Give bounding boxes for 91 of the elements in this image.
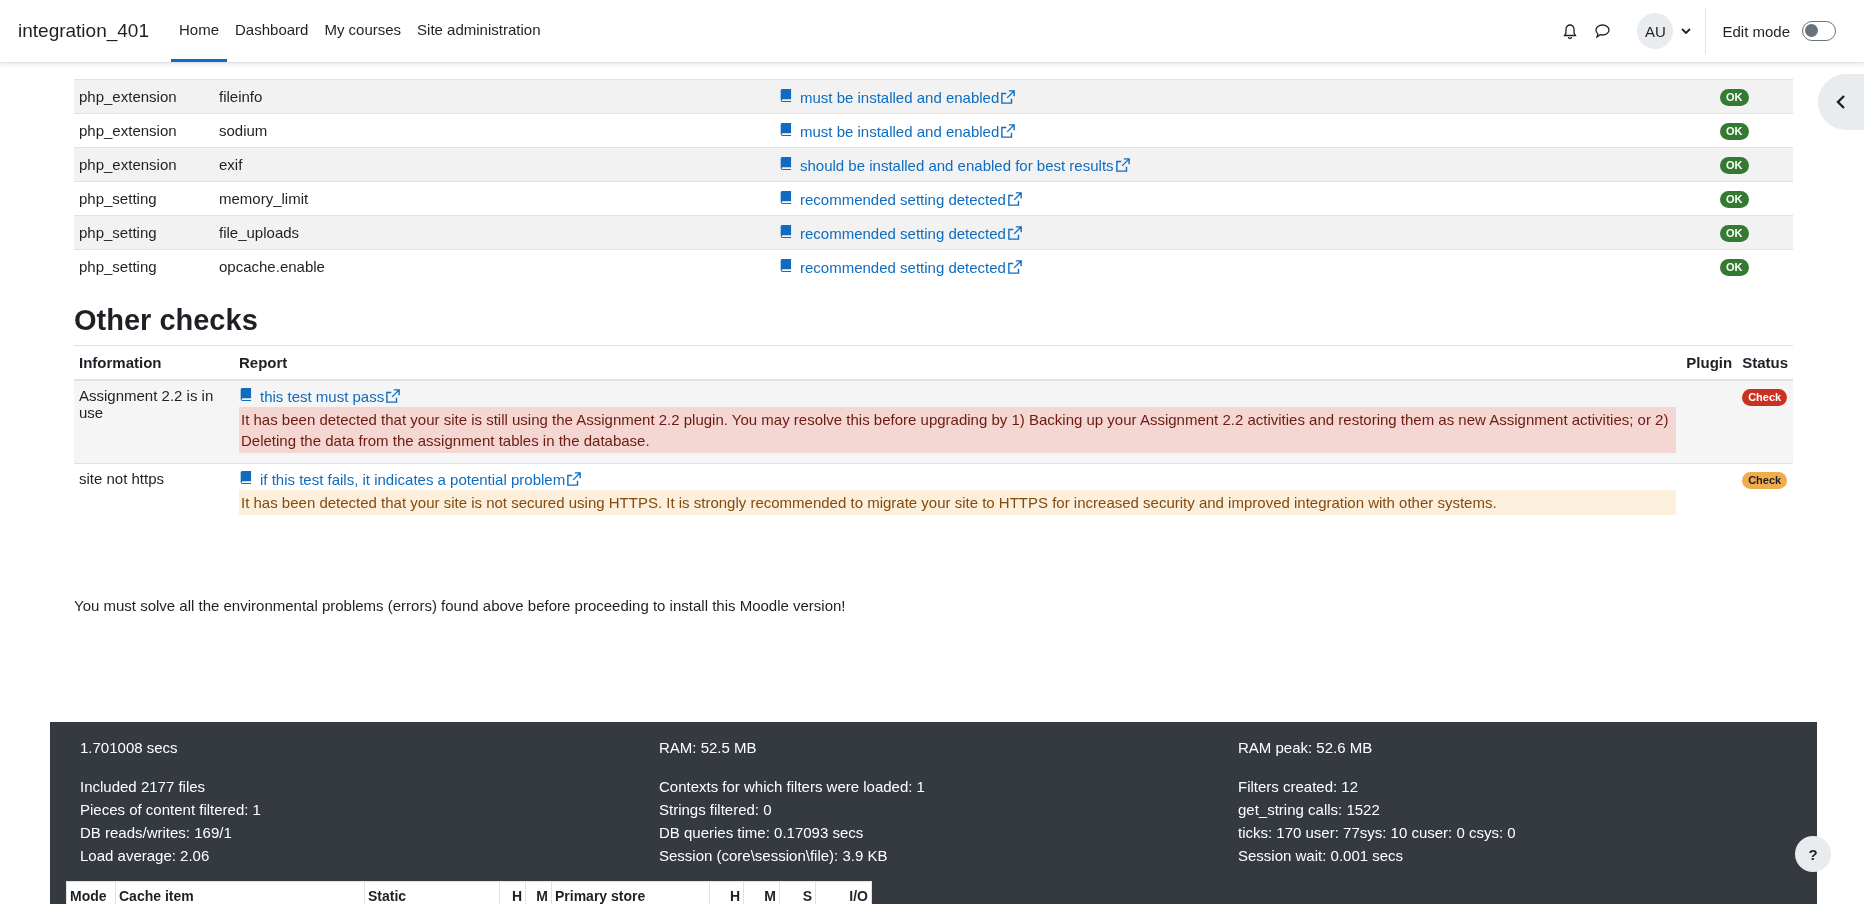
- external-link-icon: [1115, 158, 1130, 172]
- status-badge: Check: [1742, 388, 1788, 406]
- external-link-icon: [1007, 192, 1022, 206]
- external-link-icon: [1007, 226, 1022, 240]
- report-link[interactable]: recommended setting detected: [800, 190, 1022, 208]
- book-icon: [239, 386, 252, 402]
- column-header: M: [525, 881, 552, 904]
- report-link[interactable]: must be installed and enabled: [800, 122, 1016, 140]
- table-cell: php_setting: [74, 215, 214, 250]
- site-name[interactable]: integration_401: [18, 20, 149, 42]
- nav-link[interactable]: Dashboard: [227, 0, 317, 62]
- edit-mode-toggle[interactable]: [1802, 21, 1836, 41]
- footer-stat: Strings filtered: 0: [659, 799, 773, 820]
- book-icon: [779, 257, 792, 273]
- column-header: Report: [239, 353, 288, 371]
- report-link[interactable]: should be installed and enabled for best results: [800, 156, 1130, 174]
- footer-stat: Included 2177 files: [80, 776, 207, 797]
- footer-stat: ticks: 170 user: 77sys: 10 cuser: 0 csys: 0: [1238, 822, 1517, 843]
- edit-mode-label: Edit mode: [1722, 22, 1790, 40]
- column-header: H: [499, 881, 526, 904]
- footer-stat: Session (core\session\file): 3.9 KB: [659, 845, 889, 866]
- table-cell: php_setting: [74, 181, 214, 216]
- column-header: Primary store: [551, 881, 710, 904]
- table-cell: memory_limit: [214, 181, 774, 216]
- table-cell: file_uploads: [214, 215, 774, 250]
- section-heading: Other checks: [74, 303, 259, 337]
- bell-icon[interactable]: [1562, 22, 1579, 40]
- status-badge: OK: [1720, 123, 1749, 140]
- table-cell: php_extension: [74, 79, 214, 114]
- check-message: It has been detected that your site is not secured using HTTPS. It is strongly recommended to migrate your site to HTTPS for increased security and improved integration with other systems.: [239, 489, 1677, 515]
- column-header: Mode: [66, 881, 116, 904]
- report-link[interactable]: recommended setting detected: [800, 258, 1022, 276]
- footer-stat: Filters created: 12: [1238, 776, 1360, 797]
- book-icon: [779, 155, 792, 171]
- external-link-icon: [567, 472, 582, 486]
- footer-stat: 1.701008 secs: [80, 737, 179, 758]
- table-cell: php_extension: [74, 147, 214, 182]
- status-badge: OK: [1720, 259, 1749, 277]
- nav-link[interactable]: My courses: [316, 0, 410, 62]
- help-button[interactable]: ?: [1795, 836, 1831, 872]
- status-badge: OK: [1720, 191, 1749, 208]
- footer-stat: Load average: 2.06: [80, 845, 211, 866]
- caret-icon[interactable]: [1681, 28, 1692, 34]
- status-badge: OK: [1720, 157, 1749, 174]
- user-avatar[interactable]: AU: [1637, 13, 1674, 49]
- column-header: H: [709, 881, 744, 904]
- table-cell: site not https: [74, 463, 234, 525]
- status-badge: OK: [1720, 225, 1749, 242]
- report-link[interactable]: this test must pass: [260, 387, 401, 405]
- notice-text: You must solve all the environmental problems (errors) found above before proceeding to install this Moodle version!: [74, 596, 847, 614]
- table-cell: Assignment 2.2 is in use: [74, 379, 234, 463]
- status-badge: OK: [1720, 89, 1749, 106]
- footer-stat: DB reads/writes: 169/1: [80, 822, 233, 843]
- external-link-icon: [1001, 124, 1016, 138]
- column-header: M: [743, 881, 780, 904]
- column-header: Status: [1742, 353, 1788, 371]
- column-header: I/O: [815, 881, 872, 904]
- book-icon: [779, 121, 792, 137]
- column-header: Static: [364, 881, 500, 904]
- book-icon: [239, 469, 252, 485]
- book-icon: [779, 189, 792, 205]
- table-cell: fileinfo: [214, 79, 774, 114]
- footer-stat: Pieces of content filtered: 1: [80, 799, 262, 820]
- book-icon: [779, 87, 792, 103]
- chevron-left-icon: [1836, 95, 1846, 109]
- column-header: Information: [79, 353, 162, 371]
- report-link[interactable]: if this test fails, it indicates a potential problem: [260, 470, 582, 488]
- footer-stat: get_string calls: 1522: [1238, 799, 1381, 820]
- book-icon: [779, 223, 792, 239]
- drawer-toggle-button[interactable]: [1818, 74, 1864, 130]
- table-cell: php_extension: [74, 113, 214, 148]
- footer-stat: Contexts for which filters were loaded: 1: [659, 776, 926, 797]
- external-link-icon: [1001, 90, 1016, 104]
- nav-link[interactable]: Home: [171, 0, 227, 62]
- column-header: S: [779, 881, 816, 904]
- footer-stat: Session wait: 0.001 secs: [1238, 845, 1405, 866]
- footer-stat: DB queries time: 0.17093 secs: [659, 822, 865, 843]
- table-cell: sodium: [214, 113, 774, 148]
- column-header: Cache item: [115, 881, 365, 904]
- chat-icon[interactable]: [1594, 23, 1612, 39]
- column-header: Plugin: [1686, 353, 1733, 371]
- report-link[interactable]: must be installed and enabled: [800, 88, 1016, 106]
- nav-link[interactable]: Site administration: [409, 0, 549, 62]
- report-link[interactable]: recommended setting detected: [800, 224, 1022, 242]
- check-message: It has been detected that your site is still using the Assignment 2.2 plugin. You may resolve this before upgrading by 1) Backing up your Assignment 2.2 activities and restoring them as new Assignment activities; or 2) Deleting the data from the assignment tables in the database.: [239, 406, 1677, 453]
- status-badge: Check: [1742, 471, 1788, 489]
- table-cell: exif: [214, 147, 774, 182]
- external-link-icon: [386, 389, 401, 403]
- external-link-icon: [1007, 260, 1022, 275]
- footer-stat: RAM peak: 52.6 MB: [1238, 737, 1374, 758]
- footer-stat: RAM: 52.5 MB: [659, 737, 758, 758]
